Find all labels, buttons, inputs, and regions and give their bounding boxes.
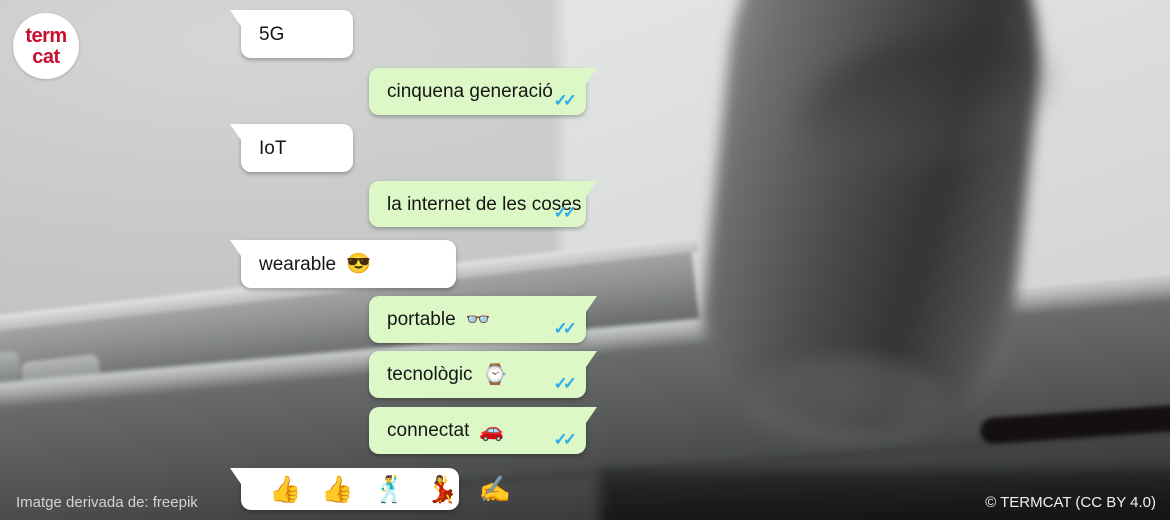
chat-bubble-text: wearable [259, 253, 337, 275]
chat-bubble-text: portable [387, 309, 456, 330]
chat-bubble[interactable]: cinquena generació ✓✓ [369, 68, 597, 115]
woman-dancing-emoji: 💃 [426, 474, 459, 504]
car-emoji: 🚗 [479, 419, 505, 442]
thumbs-up-emoji: 👍 [269, 474, 302, 504]
chat-bubble[interactable]: 5G [230, 10, 353, 58]
chat-bubble[interactable]: IoT [230, 124, 353, 172]
watch-emoji: ⌚ [482, 363, 508, 386]
chat-bubble[interactable]: tecnològic ⌚ ✓✓ [369, 351, 597, 398]
image-source-credit: Imatge derivada de: freepik [16, 494, 198, 511]
screenshot-canvas: term cat 5G cinquena generació ✓✓ IoT la int… [0, 0, 1170, 520]
eyeglasses-emoji: 👓 [465, 308, 491, 331]
copyright-notice: © TERMCAT (CC BY 4.0) [985, 494, 1156, 511]
read-receipt-double-check-icon: ✓✓ [553, 203, 577, 222]
chat-bubble-text: cinquena generació [387, 81, 553, 102]
chat-bubble[interactable]: wearable 😎 [230, 240, 456, 288]
read-receipt-double-check-icon: ✓✓ [553, 374, 577, 393]
reaction-emoji-row: 👍 👍 🕺 💃 ✍️ [259, 474, 511, 504]
thumbs-up-emoji: 👍 [321, 474, 354, 504]
chat-bubble-text: la internet de les coses [387, 193, 582, 215]
man-dancing-emoji: 🕺 [373, 474, 407, 504]
writing-hand-emoji: ✍️ [478, 474, 511, 504]
chat-bubble-text: IoT [259, 137, 287, 159]
chat-bubble-text: 5G [259, 23, 285, 45]
smiling-face-with-sunglasses-emoji: 😎 [346, 253, 372, 275]
chat-bubble-text: tecnològic [387, 364, 473, 385]
read-receipt-double-check-icon: ✓✓ [553, 319, 577, 338]
chat-bubble[interactable]: 👍 👍 🕺 💃 ✍️ [230, 468, 511, 510]
chat-thread: 5G cinquena generació ✓✓ IoT la internet de … [0, 0, 640, 520]
chat-bubble[interactable]: la internet de les coses ✓✓ [369, 181, 597, 227]
chat-bubble-text: connectat [387, 420, 470, 441]
read-receipt-double-check-icon: ✓✓ [553, 430, 577, 449]
chat-bubble[interactable]: connectat 🚗 ✓✓ [369, 407, 597, 454]
read-receipt-double-check-icon: ✓✓ [553, 91, 577, 110]
chat-bubble[interactable]: portable 👓 ✓✓ [369, 296, 597, 343]
fingertip-reflection [745, 355, 945, 445]
